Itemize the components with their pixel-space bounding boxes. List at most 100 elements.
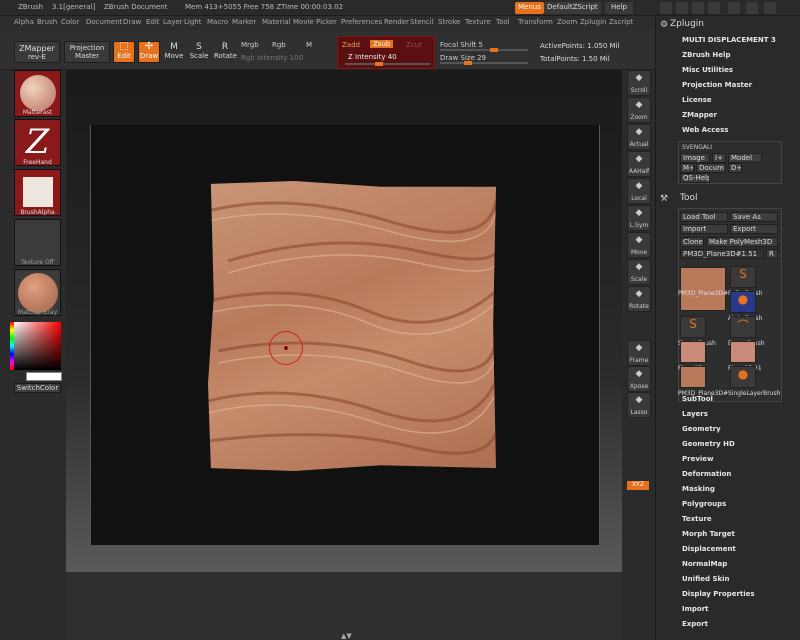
menu-document[interactable]: Document (86, 18, 122, 26)
menu-picker[interactable]: Picker (316, 18, 337, 26)
sculpted-plane-mesh[interactable] (208, 181, 496, 471)
window-button-1[interactable] (660, 2, 672, 14)
menu-stencil[interactable]: Stencil (410, 18, 434, 26)
menu-macro[interactable]: Macro (207, 18, 228, 26)
aahalf-button[interactable]: ◆ AAHalf (627, 151, 651, 177)
m-plus-button[interactable]: M+ (680, 163, 694, 173)
tool-header[interactable]: Tool (680, 193, 697, 203)
move-button[interactable]: M Move (163, 41, 185, 63)
zplugin-item-projection-master[interactable]: Projection Master (682, 81, 752, 89)
image-button[interactable]: Image (680, 153, 710, 163)
zadd-button[interactable]: Zadd (342, 41, 360, 49)
move-button[interactable]: ◆ Move (627, 232, 651, 258)
current-tool-slider[interactable]: PM3D_Plane3D#1.51 (680, 249, 764, 259)
tool-thumb-eraserbrush[interactable]: ⌒ (730, 316, 756, 338)
tool-subpalette-displacement[interactable]: Displacement (682, 545, 736, 553)
xpose-button[interactable]: ◆ Xpose (627, 366, 651, 392)
tool-subpalette-display-properties[interactable]: Display Properties (682, 590, 755, 598)
load-tool-button[interactable]: Load Tool (680, 212, 728, 222)
menu-material[interactable]: Material (262, 18, 290, 26)
shelf-toggle-icon[interactable]: ▲▼ (341, 632, 352, 640)
rotate-button[interactable]: ◆ Rotate (627, 286, 651, 312)
menu-alpha[interactable]: Alpha (14, 18, 34, 26)
l-sym-button[interactable]: ◆ L.Sym (627, 205, 651, 231)
import-tool-button[interactable]: Import (680, 224, 728, 234)
zplugin-header[interactable]: Zplugin (670, 19, 704, 29)
tool-thumb-singlelayerbrush[interactable]: ● (730, 366, 756, 388)
menu-transform[interactable]: Transform (518, 18, 553, 26)
tool-subpalette-geometry-hd[interactable]: Geometry HD (682, 440, 735, 448)
tool-subpalette-import[interactable]: Import (682, 605, 709, 613)
menu-zscript[interactable]: Zscript (609, 18, 633, 26)
scale-button[interactable]: S Scale (188, 41, 210, 63)
lasso-button[interactable]: ◆ Lasso (627, 392, 651, 418)
menu-brush[interactable]: Brush (37, 18, 57, 26)
focal-shift-track[interactable] (440, 48, 528, 52)
tool-subpalette-normalmap[interactable]: NormalMap (682, 560, 727, 568)
menu-movie[interactable]: Movie (293, 18, 314, 26)
save-as-button[interactable]: Save As (730, 212, 778, 222)
menu-preferences[interactable]: Preferences (341, 18, 382, 26)
tool-thumb-alphabrush[interactable]: ● (730, 291, 756, 313)
zplugin-item-web-access[interactable]: Web Access (682, 126, 728, 134)
tool-subpalette-polygroups[interactable]: Polygroups (682, 500, 726, 508)
switch-color-button[interactable]: SwitchColor (14, 383, 61, 393)
zplugin-item-zmapper[interactable]: ZMapper (682, 111, 717, 119)
window-button-4[interactable] (708, 2, 720, 14)
reset-button[interactable]: R (766, 249, 778, 259)
tool-subpalette-unified-skin[interactable]: Unified Skin (682, 575, 730, 583)
draw-button[interactable]: ✢ Draw (138, 41, 160, 63)
scroll-button[interactable]: ◆ Scroll (627, 70, 651, 96)
color-picker[interactable] (14, 322, 61, 370)
menu-tool[interactable]: Tool (496, 18, 510, 26)
projection-master-button[interactable]: Projection Master (64, 41, 110, 63)
default-zscript-button[interactable]: DefaultZScript (544, 2, 601, 14)
m-button[interactable]: M (306, 41, 312, 49)
rgb-intensity-slider[interactable]: Rgb Intensity 100 (241, 54, 303, 62)
export-tool-button[interactable]: Export (730, 224, 778, 234)
tool-subpalette-export[interactable]: Export (682, 620, 708, 628)
make-polymesh-button[interactable]: Make PolyMesh3D (706, 237, 778, 247)
actual-button[interactable]: ◆ Actual (627, 124, 651, 150)
menu-color[interactable]: Color (61, 18, 79, 26)
zplugin-header-icon[interactable]: ⚙ (660, 20, 668, 30)
zcut-button[interactable]: Zcut (406, 41, 422, 49)
menu-draw[interactable]: Draw (123, 18, 141, 26)
model-button[interactable]: Model (728, 153, 762, 163)
zplugin-item-license[interactable]: License (682, 96, 712, 104)
menu-zplugin[interactable]: Zplugin (580, 18, 606, 26)
menu-layer[interactable]: Layer (163, 18, 183, 26)
minimize-button[interactable] (728, 2, 740, 14)
tool-subpalette-subtool[interactable]: SubTool (682, 395, 713, 403)
tool-thumb-plane3d-1[interactable] (730, 341, 756, 363)
rotate-button[interactable]: R Rotate (213, 41, 237, 63)
qs-help-button[interactable]: QS-Help? (680, 173, 710, 183)
menu-texture[interactable]: Texture (465, 18, 491, 26)
hammer-icon[interactable]: ⚒ (660, 194, 668, 204)
close-button[interactable] (764, 2, 776, 14)
xyz-symmetry-button[interactable]: XYZ (627, 481, 649, 490)
menu-light[interactable]: Light (184, 18, 201, 26)
edit-button[interactable]: ⬚ Edit (113, 41, 135, 63)
mrgb-button[interactable]: Mrgb (241, 41, 259, 49)
local-button[interactable]: ◆ Local (627, 178, 651, 204)
zplugin-item-multi-displacement-3[interactable]: MULTI DISPLACEMENT 3 (682, 36, 776, 44)
tool-subpalette-masking[interactable]: Masking (682, 485, 715, 493)
z-intensity-slider[interactable]: Z Intensity 40 (348, 53, 397, 61)
tool-subpalette-layers[interactable]: Layers (682, 410, 708, 418)
tool-thumb-pm3d-plane3d-[interactable] (680, 366, 706, 388)
tool-thumb-plane3d[interactable] (680, 341, 706, 363)
zplugin-item-zbrush-help[interactable]: ZBrush Help (682, 51, 730, 59)
maximize-button[interactable] (746, 2, 758, 14)
window-button-2[interactable] (676, 2, 688, 14)
menu-stroke[interactable]: Stroke (438, 18, 460, 26)
draw-size-track[interactable] (440, 61, 528, 65)
draw-size-slider[interactable]: Draw Size 29 (440, 54, 486, 62)
scale-button[interactable]: ◆ Scale (627, 259, 651, 285)
tool-thumb-pm3d-plane3d-[interactable] (680, 267, 726, 311)
window-button-3[interactable] (692, 2, 704, 14)
menu-zoom[interactable]: Zoom (557, 18, 577, 26)
focal-shift-slider[interactable]: Focal Shift 5 (440, 41, 483, 49)
tool-thumb-simplebrush[interactable]: S (680, 316, 706, 338)
help-button[interactable]: Help (605, 2, 633, 14)
